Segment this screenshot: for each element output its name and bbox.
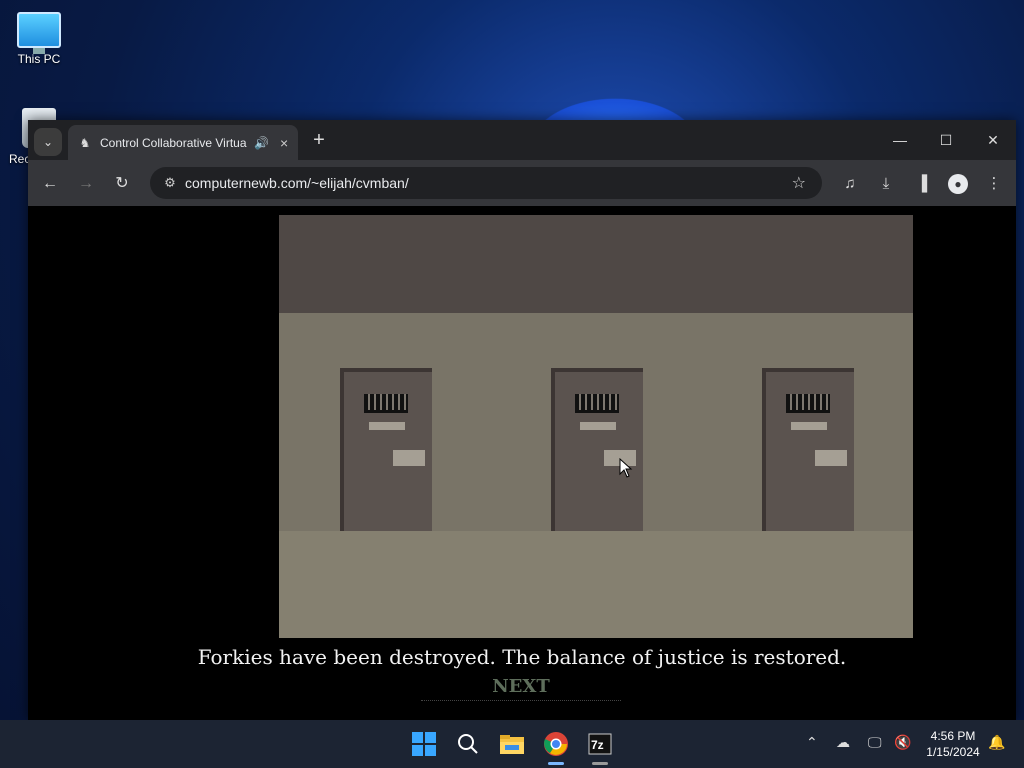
cell-door xyxy=(762,368,854,531)
search-icon xyxy=(458,734,478,754)
next-underline xyxy=(421,700,621,701)
site-info-icon[interactable]: ⚙ xyxy=(162,175,178,191)
svg-text:7z: 7z xyxy=(591,738,604,752)
browser-tab[interactable]: ♞ Control Collaborative Virtua 🔊 × xyxy=(68,125,298,160)
chrome-icon xyxy=(544,732,568,756)
network-icon: 🖵 xyxy=(868,734,882,750)
computer-icon xyxy=(17,12,61,54)
tab-close-icon[interactable]: × xyxy=(280,135,296,151)
media-icon: ♫ xyxy=(844,175,856,192)
7zip-open-indicator xyxy=(592,762,608,765)
door-nameplate xyxy=(369,422,405,430)
favicon-icon: ♞ xyxy=(79,135,91,150)
7zip-icon: 7z xyxy=(588,733,612,755)
person-icon: ● xyxy=(954,177,962,191)
bell-icon: 🔔 xyxy=(988,734,1006,750)
tab-search-button[interactable]: ⌄ xyxy=(34,128,62,156)
arrow-right-icon: → xyxy=(78,175,94,192)
browser-window: ⌄ ♞ Control Collaborative Virtua 🔊 × + —… xyxy=(28,120,1016,720)
next-button[interactable]: NEXT xyxy=(421,676,621,697)
corridor-ceiling xyxy=(279,215,913,313)
media-controls-button[interactable]: ♫ xyxy=(838,172,862,196)
door-slot xyxy=(815,450,847,466)
address-bar[interactable]: ⚙ computernewb.com/~elijah/cvmban/ ☆ xyxy=(150,167,822,199)
cell-door xyxy=(340,368,432,531)
address-url[interactable]: computernewb.com/~elijah/cvmban/ xyxy=(185,175,409,191)
chrome-active-indicator xyxy=(548,762,564,765)
windows-logo-icon xyxy=(412,732,436,756)
door-nameplate xyxy=(791,422,827,430)
chevron-up-icon: ⌃ xyxy=(806,734,818,750)
browser-toolbar: ← → ↻ ⚙ computernewb.com/~elijah/cvmban/… xyxy=(28,160,1016,206)
clock[interactable]: 4:56 PM 1/15/2024 xyxy=(918,728,988,760)
bookmark-star-icon[interactable]: ☆ xyxy=(792,173,806,193)
clock-date: 1/15/2024 xyxy=(926,745,980,759)
close-window-button[interactable]: ✕ xyxy=(978,128,1008,152)
desktop-icon-this-pc[interactable]: This PC xyxy=(9,12,69,66)
cell-window-bars xyxy=(364,394,408,413)
volume-tray[interactable]: 🔇 xyxy=(894,734,911,751)
tray-overflow-button[interactable]: ⌃ xyxy=(806,734,818,751)
minimize-button[interactable]: — xyxy=(885,128,915,152)
taskbar: 7z ⌃ ☁ 🖵 🔇 4:56 PM 1/15/2024 🔔 xyxy=(0,720,1024,768)
chrome-button[interactable] xyxy=(540,728,572,760)
maximize-button[interactable]: ☐ xyxy=(931,128,961,152)
download-icon: ⤓ xyxy=(882,175,890,192)
network-tray[interactable]: 🖵 xyxy=(868,734,882,751)
7zip-button[interactable]: 7z xyxy=(584,728,616,760)
cell-window-bars xyxy=(786,394,830,413)
tab-title: Control Collaborative Virtua xyxy=(100,135,247,150)
side-panel-icon: ▐ xyxy=(916,175,928,192)
game-message: Forkies have been destroyed. The balance… xyxy=(197,645,847,669)
tab-strip: ⌄ ♞ Control Collaborative Virtua 🔊 × + —… xyxy=(28,120,1016,160)
clock-time: 4:56 PM xyxy=(930,729,976,743)
desktop-icon-label: This PC xyxy=(17,52,61,66)
folder-icon xyxy=(500,735,524,754)
corridor-floor xyxy=(279,531,913,638)
start-button[interactable] xyxy=(408,728,440,760)
cloud-off-icon: ☁ xyxy=(836,734,850,750)
search-button[interactable] xyxy=(452,728,484,760)
onedrive-tray[interactable]: ☁ xyxy=(836,734,850,751)
cell-window-bars xyxy=(575,394,619,413)
downloads-button[interactable]: ⤓ xyxy=(874,172,898,196)
game-canvas[interactable] xyxy=(279,215,913,638)
cell-door xyxy=(551,368,643,531)
door-nameplate xyxy=(580,422,616,430)
side-panel-button[interactable]: ▐ xyxy=(910,172,934,196)
mouse-cursor-icon xyxy=(619,458,633,478)
back-button[interactable]: ← xyxy=(38,172,62,196)
file-explorer-button[interactable] xyxy=(496,728,528,760)
arrow-left-icon: ← xyxy=(42,175,58,192)
reload-icon: ↻ xyxy=(115,175,129,192)
new-tab-button[interactable]: + xyxy=(308,130,330,152)
speaker-icon[interactable]: 🔊 xyxy=(254,136,270,150)
more-vertical-icon: ⋮ xyxy=(986,175,1002,192)
forward-button[interactable]: → xyxy=(74,172,98,196)
door-slot xyxy=(393,450,425,466)
page-content: Forkies have been destroyed. The balance… xyxy=(28,206,1016,720)
notifications-button[interactable]: 🔔 xyxy=(988,734,1005,751)
profile-button[interactable]: ● xyxy=(948,174,968,194)
reload-button[interactable]: ↻ xyxy=(110,172,134,196)
volume-muted-icon: 🔇 xyxy=(894,734,912,750)
menu-button[interactable]: ⋮ xyxy=(982,172,1006,196)
chevron-down-icon: ⌄ xyxy=(42,135,54,149)
